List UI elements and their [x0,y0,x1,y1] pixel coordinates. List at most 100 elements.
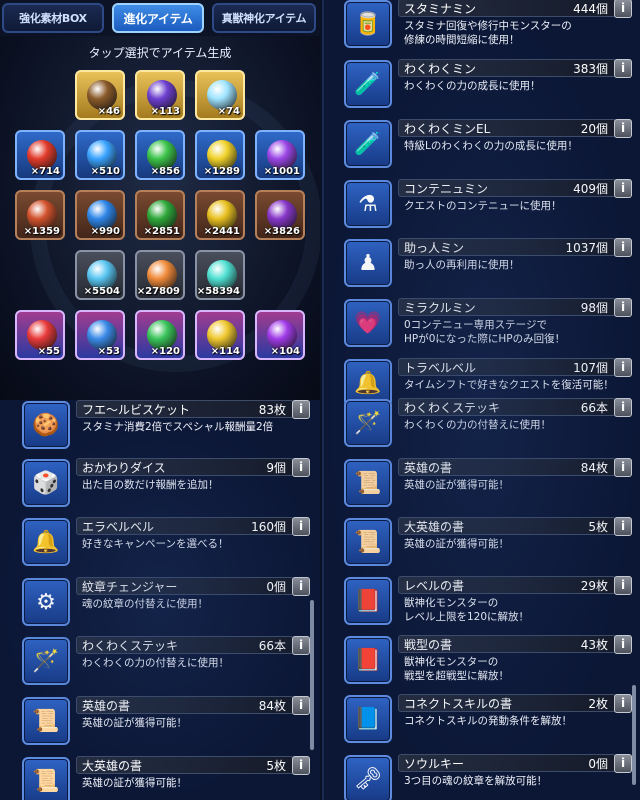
item-glyph: 🎲 [32,470,60,496]
evolution-item-cell[interactable]: ×856 [135,130,185,180]
item-count: ×53 [97,346,120,357]
info-button[interactable]: i [614,59,632,78]
hero-book-icon: 📜 [344,459,392,507]
evolution-item-cell[interactable]: ×74 [195,70,245,120]
item-glyph: 📘 [354,706,382,732]
item-quantity: 83枚 [258,403,286,417]
info-button[interactable]: i [614,576,632,595]
list-item[interactable]: 🔔 エラベルベル 160個 i 好きなキャンペーンを選べる！ [20,515,310,573]
emblem-changer-icon: ⚙ [22,578,70,626]
list-item[interactable]: 📜 英雄の書 84枚 i 英雄の証が獲得可能！ [342,456,632,514]
list-item[interactable]: 🧪 わくわくミンEL 20個 i 特級Lのわくわくの力の成長に使用！ [342,117,632,175]
miracle-icon: 💗 [344,299,392,347]
evolution-item-cell[interactable]: ×3826 [255,190,305,240]
item-name: わくわくミンEL [404,122,491,136]
evolution-item-cell[interactable]: ×2441 [195,190,245,240]
item-count: ×2851 [143,226,180,237]
info-button[interactable]: i [614,694,632,713]
info-button[interactable]: i [614,358,632,377]
info-button[interactable]: i [614,458,632,477]
item-count: ×5504 [83,286,120,297]
list-item[interactable]: 🗝 ソウルキー 0個 i 3つ目の魂の紋章を解放可能！ [342,752,632,800]
tab-evolve-items[interactable]: 進化アイテム [112,3,204,33]
info-button[interactable]: i [292,400,310,419]
item-name: 紋章チェンジャー [82,580,178,594]
list-item[interactable]: 📜 大英雄の書 5枚 i 英雄の証が獲得可能！ [342,515,632,573]
info-button[interactable]: i [614,754,632,773]
item-quantity: 5枚 [588,520,608,534]
evolution-item-cell[interactable]: ×120 [135,310,185,360]
list-item[interactable]: 🪄 わくわくステッキ 66本 i わくわくの力の付替えに使用！ [20,634,310,692]
list-item[interactable]: 🥫 スタミナミン 444個 i スタミナ回復や修行中モンスターの 修練の時間短縮に使用！ [342,0,632,55]
item-glyph: 🧪 [354,131,382,157]
info-button[interactable]: i [292,517,310,536]
evolution-item-cell[interactable]: ×104 [255,310,305,360]
evolution-item-cell[interactable]: ×714 [15,130,65,180]
info-button[interactable]: i [614,179,632,198]
evolution-item-cell[interactable]: ×1001 [255,130,305,180]
item-quantity: 98個 [580,301,608,315]
evolution-item-cell[interactable]: ×113 [135,70,185,120]
list-item[interactable]: 🎲 おかわりダイス 9個 i 出た目の数だけ報酬を追加！ [20,456,310,514]
item-glyph: 🔔 [354,370,382,396]
list-item[interactable]: ♟ 助っ人ミン 1037個 i 助っ人の再利用に使用！ [342,236,632,294]
item-quantity: 0個 [588,757,608,771]
list-item[interactable]: ⚙ 紋章チェンジャー 0個 i 魂の紋章の付替えに使用！ [20,575,310,633]
item-quantity: 84枚 [580,461,608,475]
info-button[interactable]: i [292,696,310,715]
evolution-item-cell[interactable]: ×2851 [135,190,185,240]
item-glyph: 📜 [354,529,382,555]
item-description: 英雄の証が獲得可能！ [404,479,509,491]
info-button[interactable]: i [614,517,632,536]
list-item[interactable]: 🪄 わくわくステッキ 66本 i わくわくの力の付替えに使用！ [342,396,632,454]
evolution-item-cell[interactable]: ×990 [75,190,125,240]
item-quantity: 20個 [580,122,608,136]
info-button[interactable]: i [614,0,632,18]
evolution-item-cell[interactable]: ×114 [195,310,245,360]
list-item[interactable]: 📕 戦型の書 43枚 i 獣神化モンスターの 戦型を超戦型に解放！ [342,633,632,691]
item-name: わくわくステッキ [82,639,179,653]
list-item[interactable]: 💗 ミラクルミン 98個 i 0コンテニュー専用ステージで HPが0になった際にHPのみ… [342,296,632,354]
item-count: ×856 [150,166,180,177]
list-item[interactable]: 📕 レベルの書 29枚 i 獣神化モンスターの レベル上限を120に解放！ [342,574,632,632]
tab-enhance-box[interactable]: 強化素材BOX [2,3,104,33]
evolution-item-cell[interactable]: ×55 [15,310,65,360]
right-scrollbar[interactable] [632,685,636,785]
info-button[interactable]: i [614,119,632,138]
list-item[interactable]: 🍪 フエ～ルビスケット 83枚 i スタミナ消費2倍でスペシャル報酬量2倍 [20,400,310,456]
item-glyph: ⚗ [358,191,378,217]
item-glyph: 📕 [354,647,382,673]
evolution-item-cell[interactable]: ×53 [75,310,125,360]
evolution-item-cell[interactable]: ×27809 [135,250,185,300]
item-description: 好きなキャンペーンを選べる！ [82,538,229,550]
info-button[interactable]: i [292,636,310,655]
list-item[interactable]: 📘 コネクトスキルの書 2枚 i コネクトスキルの発動条件を解放！ [342,692,632,750]
list-item[interactable]: 📜 英雄の書 84枚 i 英雄の証が獲得可能！ [20,694,310,752]
item-description: わくわくの力の付替えに使用！ [404,419,551,431]
evolution-item-cell[interactable]: ×1359 [15,190,65,240]
info-button[interactable]: i [614,238,632,257]
info-button[interactable]: i [614,635,632,654]
item-name: わくわくステッキ [404,401,501,415]
info-button[interactable]: i [292,577,310,596]
info-button[interactable]: i [614,298,632,317]
info-button[interactable]: i [292,756,310,775]
evolution-item-cell[interactable]: ×46 [75,70,125,120]
left-scrollbar[interactable] [310,600,314,750]
item-description: 出た目の数だけ報酬を追加！ [82,479,219,491]
item-glyph: 📕 [354,588,382,614]
item-glyph: 📜 [32,708,60,734]
evolution-item-cell[interactable]: ×58394 [195,250,245,300]
evolution-item-cell[interactable]: ×510 [75,130,125,180]
list-item[interactable]: 📜 大英雄の書 5枚 i 英雄の証が獲得可能！ [20,754,310,800]
item-description: わくわくの力の付替えに使用！ [82,657,229,669]
tab-bar: 強化素材BOX 進化アイテム 真獣神化アイテム [0,0,320,36]
list-item[interactable]: 🧪 わくわくミン 383個 i わくわくの力の成長に使用！ [342,57,632,115]
info-button[interactable]: i [614,398,632,417]
item-count: ×74 [217,106,240,117]
evolution-item-cell[interactable]: ×5504 [75,250,125,300]
info-button[interactable]: i [292,458,310,477]
evolution-item-cell[interactable]: ×1289 [195,130,245,180]
tab-true-beast-items[interactable]: 真獣神化アイテム [212,3,316,33]
list-item[interactable]: ⚗ コンテニュミン 409個 i クエストのコンテニューに使用！ [342,177,632,235]
